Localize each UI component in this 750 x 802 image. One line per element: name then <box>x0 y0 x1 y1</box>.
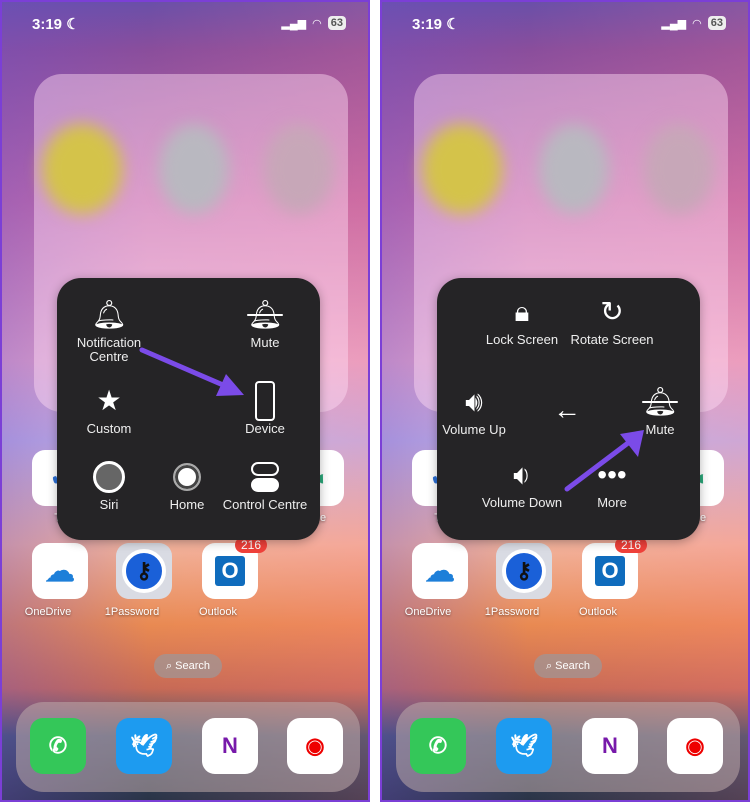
annotation-arrow <box>564 430 644 492</box>
phone-screen-right: 3:19 ☾ ▂▄▆◠63 ✔ To ◐ ge ☁ OneDrive ⚷ 1Pa… <box>380 0 750 802</box>
phone-screen-left: 3:19 ☾ ▂▄▆◠63 ✔ To ◐ ge ☁ OneDrive ⚷ 1Pa… <box>0 0 370 802</box>
annotation-arrow <box>139 347 244 396</box>
